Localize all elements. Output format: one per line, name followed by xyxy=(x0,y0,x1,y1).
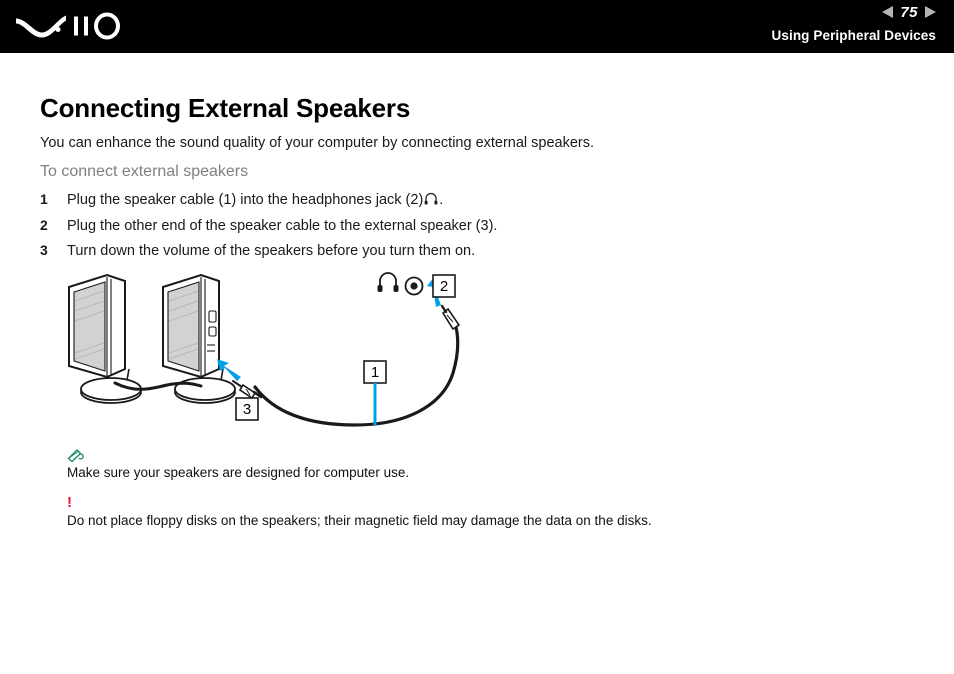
caution-icon-row: ! xyxy=(67,494,867,512)
step-text: Plug the other end of the speaker cable … xyxy=(67,217,498,234)
callout-label-1: 1 xyxy=(371,364,379,381)
page-navigation[interactable]: 75 xyxy=(772,2,936,22)
steps-list: 1 Plug the speaker cable (1) into the he… xyxy=(40,191,740,268)
step-text-after: . xyxy=(439,192,444,208)
section-subheading: To connect external speakers xyxy=(40,163,249,180)
callout-box-1: 1 xyxy=(363,360,387,425)
speaker-cable xyxy=(253,321,460,427)
page-number: 75 xyxy=(900,3,918,21)
caution-text: Do not place floppy disks on the speaker… xyxy=(67,513,652,528)
previous-page-arrow-icon[interactable] xyxy=(882,6,894,18)
page-title: Connecting External Speakers xyxy=(40,93,411,123)
headphones-jack-icon xyxy=(424,192,438,205)
header-section-title: Using Peripheral Devices xyxy=(771,28,936,43)
intro-paragraph: You can enhance the sound quality of you… xyxy=(40,135,595,151)
callout-label-3: 3 xyxy=(243,401,251,418)
step-item: 2 Plug the other end of the speaker cabl… xyxy=(40,217,740,234)
callout-box-3: 3 xyxy=(235,397,259,421)
jack-end-plug xyxy=(440,304,461,331)
caution-exclamation-icon: ! xyxy=(67,494,72,511)
step-text: Plug the speaker cable (1) into the head… xyxy=(67,192,740,208)
callout-label-2: 2 xyxy=(440,278,448,295)
page-header: 75 Using Peripheral Devices xyxy=(0,0,954,53)
callout-arrow-to-speaker xyxy=(217,359,241,381)
step-number: 1 xyxy=(40,191,48,207)
external-speakers-connection-diagram: 2 1 3 xyxy=(68,272,461,427)
step-item: 3 Turn down the volume of the speakers b… xyxy=(40,242,740,259)
callout-box-2: 2 xyxy=(432,274,456,298)
vaio-logo xyxy=(16,12,120,40)
note-block: Make sure your speakers are designed for… xyxy=(67,448,867,480)
note-icon-row xyxy=(67,448,867,464)
headphones-icon xyxy=(377,272,399,292)
step-text-before: Plug the speaker cable (1) into the head… xyxy=(67,192,424,208)
step-text: Turn down the volume of the speakers bef… xyxy=(67,243,476,259)
step-number: 3 xyxy=(40,242,48,258)
notes-section: Make sure your speakers are designed for… xyxy=(67,448,867,544)
note-pencil-icon xyxy=(67,449,84,463)
note-text: Make sure your speakers are designed for… xyxy=(67,465,410,480)
step-number: 2 xyxy=(40,216,48,233)
header-right-group: 75 Using Peripheral Devices xyxy=(772,2,936,43)
jack-port-icon xyxy=(404,276,424,296)
next-page-arrow-icon[interactable] xyxy=(925,6,936,18)
step-item: 1 Plug the speaker cable (1) into the he… xyxy=(40,191,740,208)
caution-block: ! Do not place floppy disks on the speak… xyxy=(67,494,867,528)
left-speaker-illustration xyxy=(68,273,142,404)
